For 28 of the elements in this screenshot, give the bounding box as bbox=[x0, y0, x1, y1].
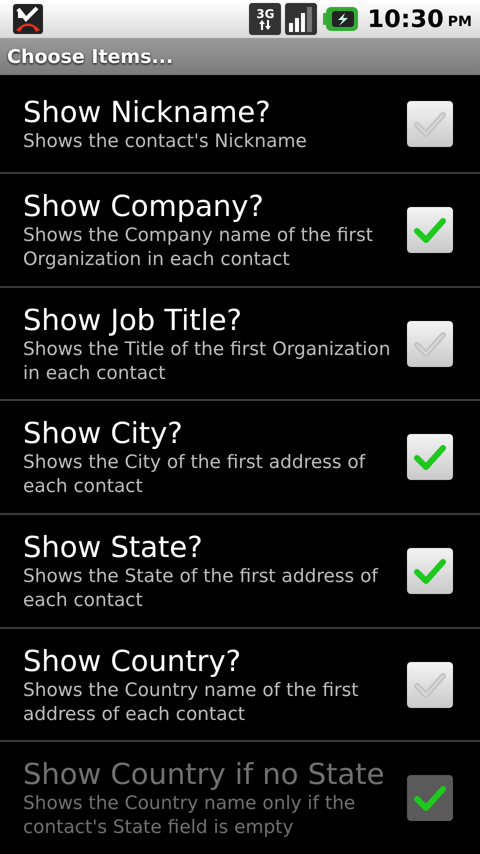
checkbox[interactable] bbox=[407, 548, 453, 594]
preference-summary: Shows the Title of the first Organization in each contact bbox=[23, 338, 392, 386]
preference-summary: Shows the City of the first address of each contact bbox=[23, 451, 366, 500]
checkbox[interactable] bbox=[407, 206, 453, 253]
checkbox[interactable] bbox=[407, 100, 453, 146]
preference-summary: Shows the State of the first address of each contact bbox=[23, 564, 380, 613]
preference-title: Show City? bbox=[23, 415, 184, 452]
preference-title: Show Nickname? bbox=[23, 94, 272, 130]
missed-call-icon[interactable] bbox=[12, 3, 44, 35]
battery-icon bbox=[323, 5, 360, 33]
preference-title: Show Company? bbox=[23, 188, 265, 224]
preference-summary: Shows the contact's Nickname bbox=[23, 130, 308, 154]
preference-title: Show Job Title? bbox=[23, 302, 243, 338]
preference-title: Show Country if no State bbox=[23, 756, 386, 792]
preference-summary: Shows the Country name only if the contact's State field is empty bbox=[23, 792, 356, 840]
dialog-title: Choose Items... bbox=[7, 46, 174, 68]
clock-time: 10:30 bbox=[367, 5, 444, 33]
data-arrows-icon bbox=[258, 20, 272, 30]
clock-ampm: PM bbox=[448, 14, 472, 30]
preference-title: Show State? bbox=[23, 528, 204, 565]
checkbox[interactable] bbox=[407, 320, 453, 366]
preference-summary: Shows the Country name of the first address of each contact bbox=[23, 678, 360, 727]
network-type-icon: 3G bbox=[249, 3, 282, 35]
preference-summary: Shows the Company name of the first Organization in each contact bbox=[23, 224, 374, 272]
checkbox[interactable] bbox=[407, 662, 453, 708]
checkbox[interactable] bbox=[407, 434, 453, 480]
preference-title: Show Country? bbox=[23, 642, 242, 679]
signal-icon bbox=[285, 3, 318, 35]
